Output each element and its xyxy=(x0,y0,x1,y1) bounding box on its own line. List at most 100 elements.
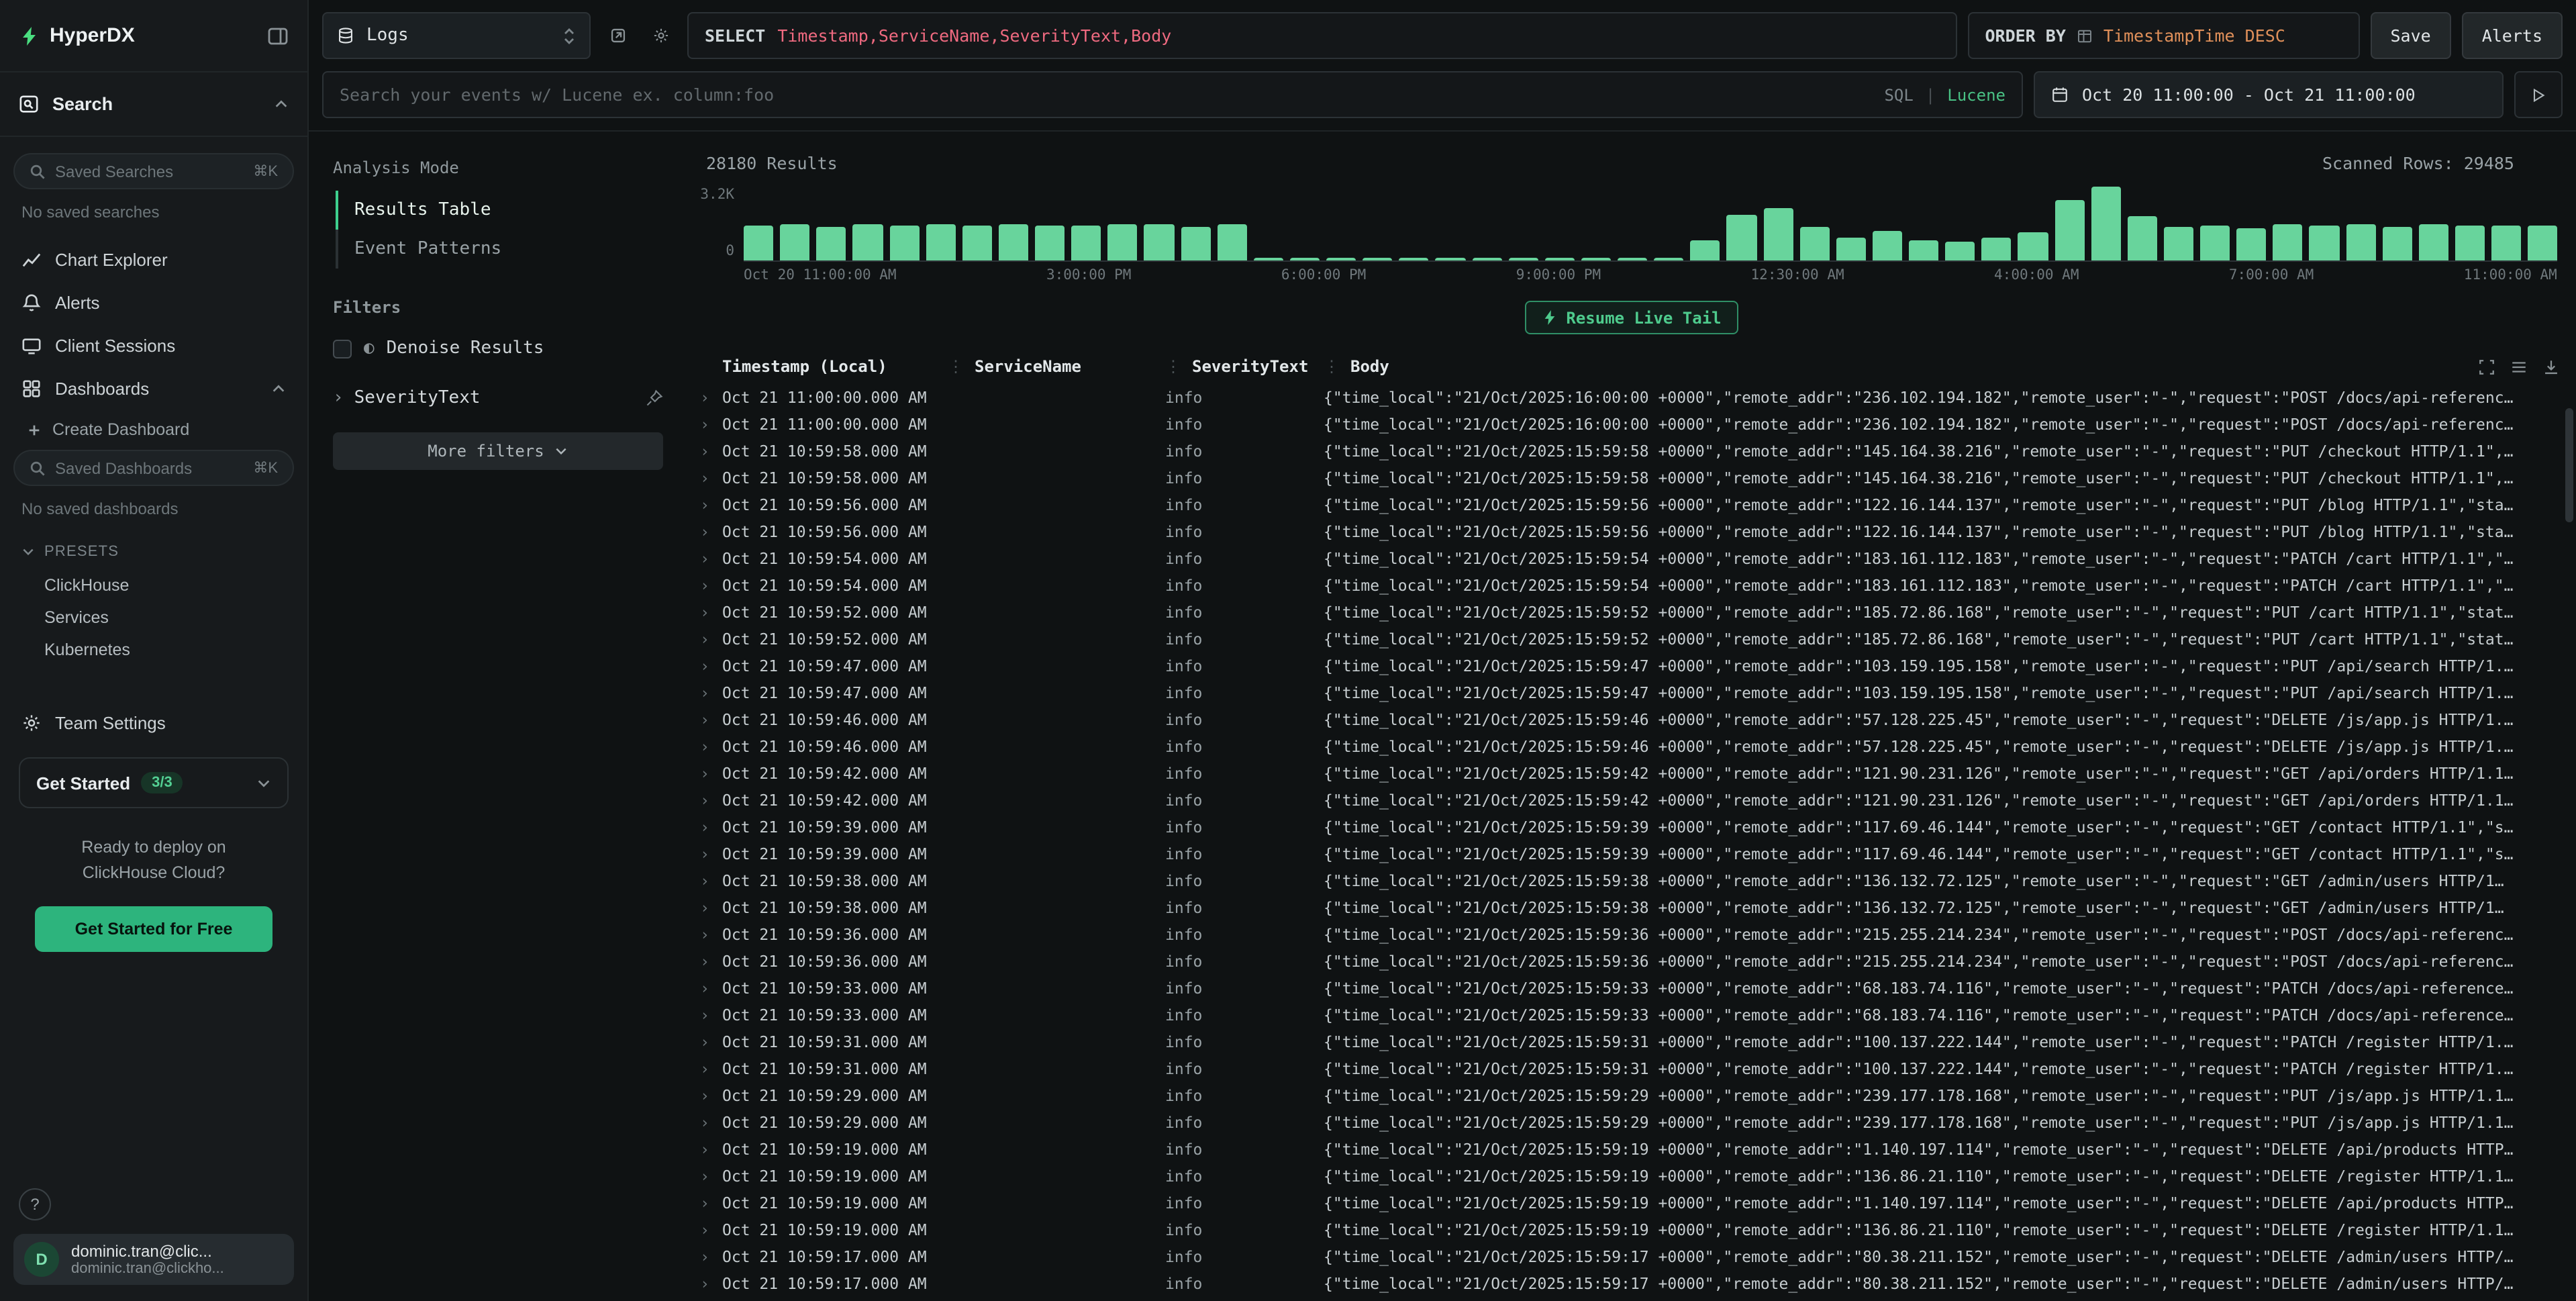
histogram-bar[interactable] xyxy=(2273,225,2303,260)
table-row[interactable]: ›Oct 21 11:00:00.000 AMinfo{"time_local"… xyxy=(687,411,2576,438)
histogram-bar[interactable] xyxy=(1108,224,1138,260)
row-expand-chevron-icon[interactable]: › xyxy=(687,545,722,572)
table-row[interactable]: ›Oct 21 10:59:29.000 AMinfo{"time_local"… xyxy=(687,1082,2576,1109)
row-expand-chevron-icon[interactable]: › xyxy=(687,733,722,760)
histogram-bar[interactable] xyxy=(999,224,1028,260)
table-row[interactable]: ›Oct 21 10:59:36.000 AMinfo{"time_local"… xyxy=(687,948,2576,975)
table-row[interactable]: ›Oct 21 10:59:47.000 AMinfo{"time_local"… xyxy=(687,679,2576,706)
sidebar-collapse-icon[interactable] xyxy=(267,25,289,46)
row-expand-chevron-icon[interactable]: › xyxy=(687,384,722,411)
row-expand-chevron-icon[interactable]: › xyxy=(687,572,722,599)
histogram-bar[interactable] xyxy=(2382,226,2412,260)
sidebar-item-search[interactable]: Search xyxy=(0,73,307,137)
mode-event-patterns[interactable]: Event Patterns xyxy=(336,230,663,269)
histogram-bar[interactable] xyxy=(1945,242,1975,261)
row-expand-chevron-icon[interactable]: › xyxy=(687,679,722,706)
histogram-bar[interactable] xyxy=(817,226,846,260)
source-select[interactable]: Logs xyxy=(322,12,591,59)
row-expand-chevron-icon[interactable]: › xyxy=(687,1109,722,1136)
resume-live-tail-button[interactable]: Resume Live Tail xyxy=(1524,301,1738,334)
chevron-down-icon[interactable] xyxy=(256,775,271,790)
presets-toggle[interactable]: PRESETS xyxy=(13,534,294,569)
row-expand-chevron-icon[interactable]: › xyxy=(687,465,722,491)
table-row[interactable]: ›Oct 21 10:59:33.000 AMinfo{"time_local"… xyxy=(687,975,2576,1002)
row-expand-chevron-icon[interactable]: › xyxy=(687,840,722,867)
sidebar-item-alerts[interactable]: Alerts xyxy=(13,281,294,324)
saved-dashboards-search[interactable]: ⌘K xyxy=(13,450,294,486)
table-row[interactable]: ›Oct 21 10:59:39.000 AMinfo{"time_local"… xyxy=(687,814,2576,840)
sidebar-preset-kubernetes[interactable]: Kubernetes xyxy=(13,634,294,666)
histogram-bar[interactable] xyxy=(1472,258,1501,260)
row-expand-chevron-icon[interactable]: › xyxy=(687,760,722,787)
table-row[interactable]: ›Oct 21 10:59:52.000 AMinfo{"time_local"… xyxy=(687,599,2576,626)
row-expand-chevron-icon[interactable]: › xyxy=(687,787,722,814)
column-resize-handle[interactable]: ⋮ xyxy=(948,357,964,376)
histogram-bar[interactable] xyxy=(2054,201,2084,260)
table-row[interactable]: ›Oct 21 10:59:17.000 AMinfo{"time_local"… xyxy=(687,1243,2576,1270)
column-resize-handle[interactable]: ⋮ xyxy=(1324,357,1340,376)
histogram-bar[interactable] xyxy=(2528,226,2557,260)
histogram-bar[interactable] xyxy=(2200,226,2230,260)
save-button[interactable]: Save xyxy=(2370,12,2450,59)
saved-dashboards-input[interactable] xyxy=(55,459,244,477)
histogram-bar[interactable] xyxy=(889,226,919,260)
histogram-bar[interactable] xyxy=(1290,258,1320,260)
denoise-results-toggle[interactable]: ◐ Denoise Results xyxy=(333,336,663,361)
row-expand-chevron-icon[interactable]: › xyxy=(687,1082,722,1109)
row-expand-chevron-icon[interactable]: › xyxy=(687,1163,722,1190)
pin-icon[interactable] xyxy=(646,389,663,407)
language-lucene-option[interactable]: Lucene xyxy=(1947,85,2005,104)
histogram-bar[interactable] xyxy=(1545,258,1575,260)
source-settings-gear-icon[interactable] xyxy=(644,19,677,52)
sidebar-item-team-settings[interactable]: Team Settings xyxy=(13,701,294,744)
histogram-bar[interactable] xyxy=(1363,258,1392,260)
table-row[interactable]: ›Oct 21 10:59:19.000 AMinfo{"time_local"… xyxy=(687,1216,2576,1243)
table-row[interactable]: ›Oct 21 10:59:36.000 AMinfo{"time_local"… xyxy=(687,921,2576,948)
row-expand-chevron-icon[interactable]: › xyxy=(687,1028,722,1055)
select-columns-editor[interactable]: SELECT Timestamp,ServiceName,SeverityTex… xyxy=(687,12,1956,59)
histogram-bar[interactable] xyxy=(744,226,773,260)
table-row[interactable]: ›Oct 21 10:59:54.000 AMinfo{"time_local"… xyxy=(687,572,2576,599)
table-row[interactable]: ›Oct 21 10:59:42.000 AMinfo{"time_local"… xyxy=(687,760,2576,787)
event-search-input[interactable] xyxy=(322,71,2023,118)
histogram-bar[interactable] xyxy=(1763,209,1793,260)
table-row[interactable]: ›Oct 21 10:59:46.000 AMinfo{"time_local"… xyxy=(687,706,2576,733)
mode-results-table[interactable]: Results Table xyxy=(336,191,663,230)
help-button[interactable]: ? xyxy=(19,1188,51,1220)
table-row[interactable]: ›Oct 21 10:59:19.000 AMinfo{"time_local"… xyxy=(687,1163,2576,1190)
row-expand-chevron-icon[interactable]: › xyxy=(687,1190,722,1216)
table-row[interactable]: ›Oct 21 10:59:33.000 AMinfo{"time_local"… xyxy=(687,1002,2576,1028)
histogram-bar[interactable] xyxy=(2419,225,2448,260)
row-expand-chevron-icon[interactable]: › xyxy=(687,1055,722,1082)
more-filters-button[interactable]: More filters xyxy=(333,432,663,470)
language-sql-option[interactable]: SQL xyxy=(1884,85,1913,104)
histogram-bar[interactable] xyxy=(1691,241,1720,260)
row-density-icon[interactable] xyxy=(2510,358,2528,375)
run-query-button[interactable] xyxy=(2514,71,2563,118)
column-header-timestamp[interactable]: Timestamp (Local) xyxy=(722,357,948,376)
histogram-bar[interactable] xyxy=(1982,238,2012,260)
histogram-bar[interactable] xyxy=(853,224,883,260)
denoise-checkbox[interactable] xyxy=(333,339,352,358)
table-row[interactable]: ›Oct 21 10:59:56.000 AMinfo{"time_local"… xyxy=(687,491,2576,518)
histogram-bar[interactable] xyxy=(2455,226,2485,260)
table-row[interactable]: ›Oct 21 10:59:56.000 AMinfo{"time_local"… xyxy=(687,518,2576,545)
histogram-bar[interactable] xyxy=(1181,226,1210,260)
alerts-button[interactable]: Alerts xyxy=(2462,12,2563,59)
histogram-bar[interactable] xyxy=(1873,230,1902,260)
row-expand-chevron-icon[interactable]: › xyxy=(687,1270,722,1297)
histogram-bar[interactable] xyxy=(2018,232,2048,260)
table-row[interactable]: ›Oct 21 10:59:29.000 AMinfo{"time_local"… xyxy=(687,1109,2576,1136)
vertical-scrollbar[interactable] xyxy=(2565,408,2573,522)
severity-filter-group[interactable]: › SeverityText xyxy=(333,388,663,408)
sidebar-item-chart-explorer[interactable]: Chart Explorer xyxy=(13,238,294,281)
histogram-bar[interactable] xyxy=(1508,258,1538,260)
table-row[interactable]: ›Oct 21 10:59:39.000 AMinfo{"time_local"… xyxy=(687,840,2576,867)
column-settings-icon[interactable] xyxy=(2478,358,2495,375)
table-row[interactable]: ›Oct 21 10:59:42.000 AMinfo{"time_local"… xyxy=(687,787,2576,814)
column-resize-handle[interactable]: ⋮ xyxy=(1165,357,1181,376)
row-expand-chevron-icon[interactable]: › xyxy=(687,867,722,894)
histogram-bar[interactable] xyxy=(1799,227,1829,260)
row-expand-chevron-icon[interactable]: › xyxy=(687,599,722,626)
source-expand-icon[interactable] xyxy=(601,19,634,52)
